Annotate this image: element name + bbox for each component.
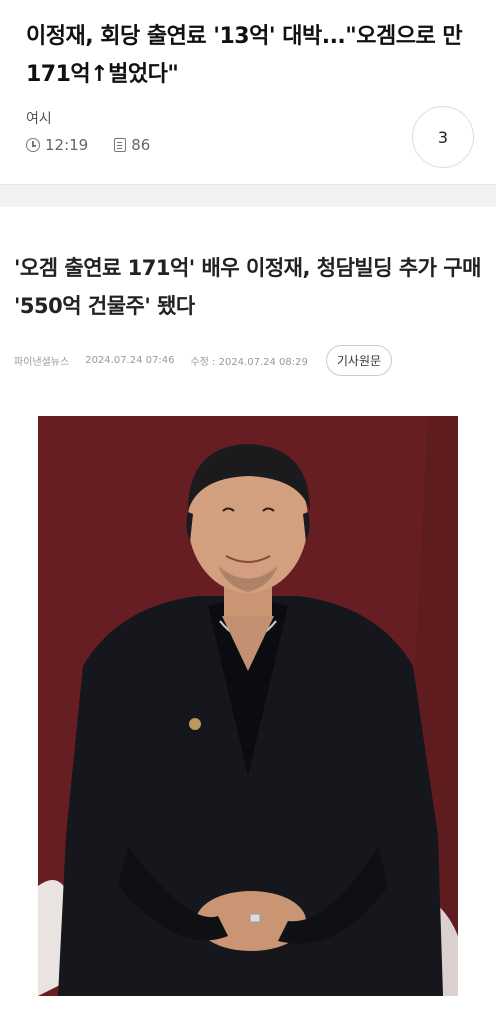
article-card: '오겜 출연료 171억' 배우 이정재, 청담빌딩 추가 구매 '550억 건… (0, 249, 496, 376)
post-time: 12:19 (45, 136, 89, 154)
post-title: 이정재, 회당 출연료 '13억' 대박..."오겜으로 만 171억↑벌었다" (26, 24, 463, 87)
original-article-button[interactable]: 기사원문 (325, 345, 393, 376)
comment-count-button[interactable]: 3 (412, 106, 474, 168)
article-modified: 수정 : 2024.07.24 08:29 (190, 357, 308, 368)
post-header: 이정재, 회당 출연료 '13억' 대박..."오겜으로 만 171억↑벌었다"… (0, 0, 496, 168)
clock-icon (26, 138, 40, 152)
article-source: 파이낸셜뉴스 (14, 357, 70, 368)
section-divider (0, 184, 496, 207)
author-name[interactable]: 여시 (26, 108, 470, 128)
photo-illustration (38, 416, 458, 996)
view-count: 86 (131, 136, 151, 154)
article-meta: 파이낸셜뉴스 2024.07.24 07:46 수정 : 2024.07.24 … (14, 345, 482, 376)
article-photo (38, 416, 458, 996)
article-published: 2024.07.24 07:46 (85, 355, 175, 366)
views-icon (114, 138, 127, 152)
article-title: '오겜 출연료 171억' 배우 이정재, 청담빌딩 추가 구매 '550억 건… (14, 256, 481, 318)
post-meta: 12:19 86 (26, 136, 470, 154)
